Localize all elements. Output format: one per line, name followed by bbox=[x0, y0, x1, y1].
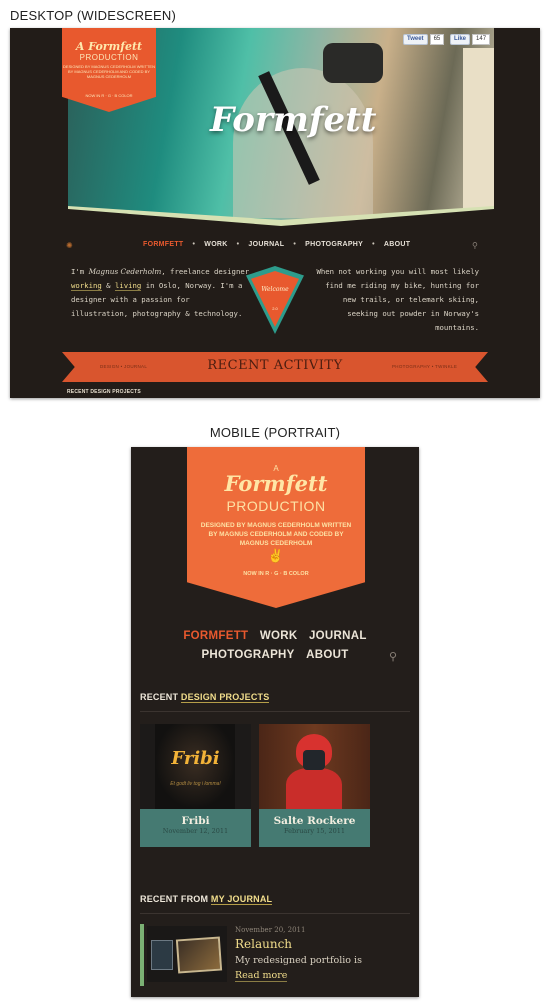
banner-credits: DESIGNED BY MAGNUS CEDERHOLM WRITTEN BY … bbox=[200, 522, 352, 547]
search-icon[interactable]: ⚲ bbox=[389, 650, 397, 663]
rss-icon[interactable]: ✺ bbox=[66, 241, 73, 250]
like-button[interactable]: Like bbox=[450, 34, 471, 45]
badge-text: Welcome bbox=[261, 286, 289, 293]
project-card-salte-rockere[interactable]: Salte Rockere February 15, 2011 bbox=[259, 724, 370, 847]
recent-activity-ribbon: DESIGN • JOURNAL RECENT ACTIVITY PHOTOGR… bbox=[62, 352, 488, 382]
recent-design-projects-label: RECENT DESIGN PROJECTS bbox=[67, 389, 141, 395]
like-widget[interactable]: Like 147 bbox=[450, 34, 491, 45]
entry-title[interactable]: Relaunch bbox=[235, 937, 292, 951]
tweet-count: 65 bbox=[429, 34, 445, 45]
project-title[interactable]: Salte Rockere bbox=[259, 815, 370, 827]
mobile-screenshot: A Formfett PRODUCTION DESIGNED BY MAGNUS… bbox=[131, 447, 419, 997]
photo-window bbox=[463, 48, 494, 218]
banner-rgb: NOW IN R · G · B COLOR bbox=[85, 93, 133, 98]
desktop-screenshot: Formfett A Formfett PRODUCTION DESIGNED … bbox=[10, 28, 540, 398]
fribi-tagline: Et godt liv tog i lomma! bbox=[170, 781, 221, 787]
author-name: Magnus Cederholm bbox=[88, 267, 162, 276]
production-banner: A Formfett PRODUCTION DESIGNED BY MAGNUS… bbox=[187, 447, 365, 608]
banner-rgb: NOW IN R · G · B COLOR bbox=[243, 571, 309, 577]
recent-design-projects-heading: RECENT DESIGN PROJECTS bbox=[140, 692, 270, 703]
read-more-link[interactable]: Read more bbox=[235, 970, 288, 982]
nav-work[interactable]: WORK bbox=[204, 241, 227, 248]
ribbon-right-tabs[interactable]: PHOTOGRAPHY • TWINKLE bbox=[392, 364, 457, 369]
banner-production: PRODUCTION bbox=[226, 498, 326, 514]
like-count: 147 bbox=[472, 34, 491, 45]
entry-excerpt: My redesigned portfolio is bbox=[235, 955, 362, 966]
tweet-button[interactable]: Tweet bbox=[403, 34, 428, 45]
nav-work[interactable]: WORK bbox=[260, 630, 298, 642]
search-icon[interactable]: ⚲ bbox=[472, 241, 478, 250]
site-logo[interactable]: Formfett bbox=[210, 100, 377, 140]
nav-journal[interactable]: JOURNAL bbox=[248, 241, 284, 248]
about-text: When not working you will most likely fi… bbox=[316, 267, 479, 332]
nav-about[interactable]: ABOUT bbox=[306, 649, 348, 661]
project-title[interactable]: Fribi bbox=[140, 815, 251, 827]
section-divider bbox=[140, 711, 410, 712]
nav-separator: • bbox=[293, 241, 297, 248]
entry-accent-bar bbox=[140, 924, 144, 986]
nav-journal[interactable]: JOURNAL bbox=[309, 630, 367, 642]
mobile-nav-row-1: FORMFETT WORK JOURNAL bbox=[131, 630, 419, 642]
fribi-logo: Fribi bbox=[171, 748, 220, 769]
nav-separator: • bbox=[372, 241, 375, 248]
nav-separator: • bbox=[236, 241, 240, 248]
living-link[interactable]: living bbox=[114, 281, 142, 291]
production-banner: A Formfett PRODUCTION DESIGNED BY MAGNUS… bbox=[62, 28, 156, 112]
mobile-caption: MOBILE (PORTRAIT) bbox=[209, 425, 341, 440]
project-date: November 12, 2011 bbox=[162, 827, 229, 835]
entry-date: November 20, 2011 bbox=[235, 926, 306, 934]
tweet-widget[interactable]: Tweet 65 bbox=[403, 34, 445, 45]
mobile-nav-row-2: PHOTOGRAPHY ABOUT bbox=[131, 649, 419, 661]
peace-hand-icon: ✌ bbox=[267, 548, 285, 563]
recent-journal-heading: RECENT FROM MY JOURNAL bbox=[140, 894, 273, 905]
banner-credits: DESIGNED BY MAGNUS CEDERHOLM WRITTEN BY … bbox=[63, 64, 155, 79]
working-link[interactable]: working bbox=[71, 281, 102, 291]
nav-formfett[interactable]: FORMFETT bbox=[143, 241, 184, 248]
design-projects-link[interactable]: DESIGN PROJECTS bbox=[180, 692, 270, 703]
nav-photography[interactable]: PHOTOGRAPHY bbox=[305, 241, 363, 248]
project-thumbnail[interactable] bbox=[259, 724, 370, 809]
nav-about[interactable]: ABOUT bbox=[384, 241, 410, 248]
banner-production: PRODUCTION bbox=[79, 53, 139, 62]
banner-logo[interactable]: Formfett bbox=[187, 471, 365, 496]
entry-thumbnail[interactable] bbox=[147, 926, 227, 982]
project-thumbnail[interactable]: Fribi Et godt liv tog i lomma! bbox=[140, 724, 251, 809]
desktop-nav: ✺ FORMFETT • WORK • JOURNAL • PHOTOGRAPH… bbox=[10, 241, 540, 253]
nav-photography[interactable]: PHOTOGRAPHY bbox=[201, 649, 294, 661]
section-divider bbox=[140, 913, 410, 914]
welcome-badge: Welcome 2.0 bbox=[246, 266, 304, 334]
project-card-fribi[interactable]: Fribi Et godt liv tog i lomma! Fribi Nov… bbox=[140, 724, 251, 847]
journal-entry: November 20, 2011 Relaunch My redesigned… bbox=[140, 924, 410, 986]
project-date: February 15, 2011 bbox=[283, 827, 346, 835]
desktop-caption: DESKTOP (WIDESCREEN) bbox=[10, 8, 177, 23]
banner-logo: A Formfett bbox=[75, 40, 143, 53]
camera-icon bbox=[323, 43, 383, 83]
journal-link[interactable]: MY JOURNAL bbox=[210, 894, 273, 905]
badge-version: 2.0 bbox=[272, 306, 278, 311]
intro-text: I'm Magnus Cederholm, freelance designer… bbox=[71, 267, 250, 318]
nav-separator: • bbox=[192, 241, 196, 248]
nav-formfett[interactable]: FORMFETT bbox=[183, 630, 248, 642]
